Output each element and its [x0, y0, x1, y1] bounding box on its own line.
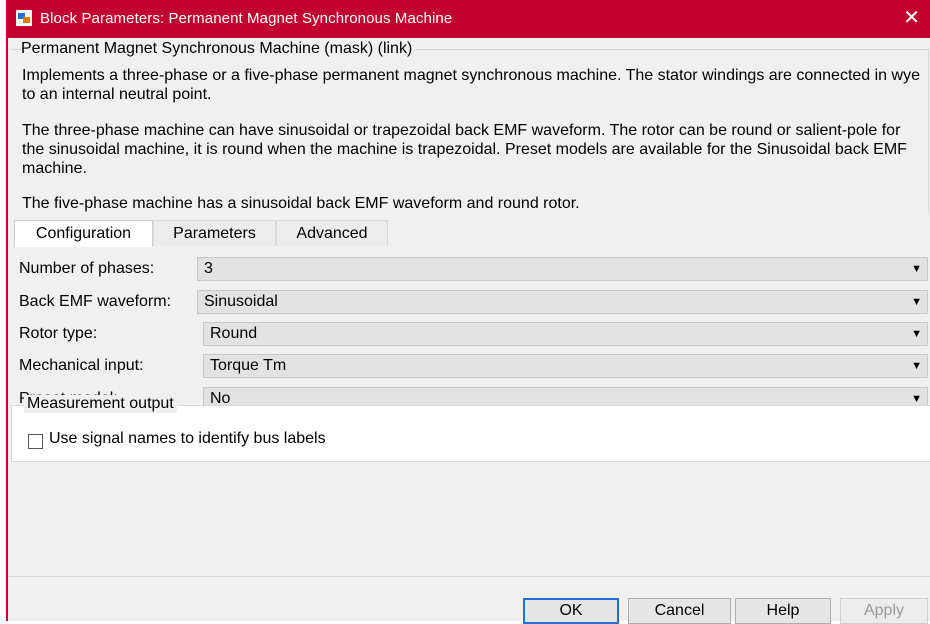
- description-group: Permanent Magnet Synchronous Machine (ma…: [11, 40, 929, 212]
- measurement-output-title: Measurement output: [24, 395, 177, 413]
- rotor-type-value: Round: [210, 325, 258, 342]
- description-paragraph-2: The three-phase machine can have sinusoi…: [22, 122, 907, 177]
- chevron-down-icon: ▼: [911, 328, 922, 340]
- description-paragraph-1: Implements a three-phase or a five-phase…: [22, 67, 920, 103]
- back-emf-waveform-select[interactable]: Sinusoidal ▼: [197, 290, 928, 314]
- mechanical-input-label: Mechanical input:: [19, 357, 144, 374]
- ok-button[interactable]: OK: [523, 598, 619, 624]
- back-emf-waveform-label: Back EMF waveform:: [19, 293, 172, 310]
- rotor-type-label: Rotor type:: [19, 325, 98, 342]
- number-of-phases-label: Number of phases:: [19, 260, 155, 277]
- description-paragraph-3: The five-phase machine has a sinusoidal …: [22, 195, 580, 212]
- button-bar-divider: [8, 576, 930, 577]
- apply-button[interactable]: Apply: [840, 598, 928, 624]
- cancel-button[interactable]: Cancel: [628, 598, 731, 624]
- tab-configuration[interactable]: Configuration: [14, 220, 153, 248]
- mechanical-input-select[interactable]: Torque Tm ▼: [203, 354, 928, 378]
- window-title: Block Parameters: Permanent Magnet Synch…: [40, 10, 453, 27]
- number-of-phases-select[interactable]: 3 ▼: [197, 257, 928, 281]
- back-emf-waveform-value: Sinusoidal: [204, 293, 278, 310]
- block-title: Permanent Magnet Synchronous Machine (ma…: [21, 40, 416, 58]
- number-of-phases-value: 3: [204, 260, 213, 277]
- dialog-body: Permanent Magnet Synchronous Machine (ma…: [8, 38, 930, 624]
- title-bar[interactable]: Block Parameters: Permanent Magnet Synch…: [6, 0, 930, 38]
- use-signal-names-checkbox[interactable]: [28, 434, 43, 449]
- rotor-type-select[interactable]: Round ▼: [203, 322, 928, 346]
- help-button[interactable]: Help: [735, 598, 831, 624]
- close-icon[interactable]: ✕: [903, 7, 920, 29]
- simulink-block-icon: [16, 10, 32, 26]
- tab-advanced[interactable]: Advanced: [276, 220, 388, 246]
- chevron-down-icon: ▼: [911, 296, 922, 308]
- chevron-down-icon: ▼: [911, 360, 922, 372]
- measurement-output-group: Measurement output Use signal names to i…: [11, 395, 930, 462]
- tab-parameters[interactable]: Parameters: [153, 220, 276, 246]
- chevron-down-icon: ▼: [911, 263, 922, 275]
- mechanical-input-value: Torque Tm: [210, 357, 287, 374]
- use-signal-names-label[interactable]: Use signal names to identify bus labels: [49, 430, 326, 448]
